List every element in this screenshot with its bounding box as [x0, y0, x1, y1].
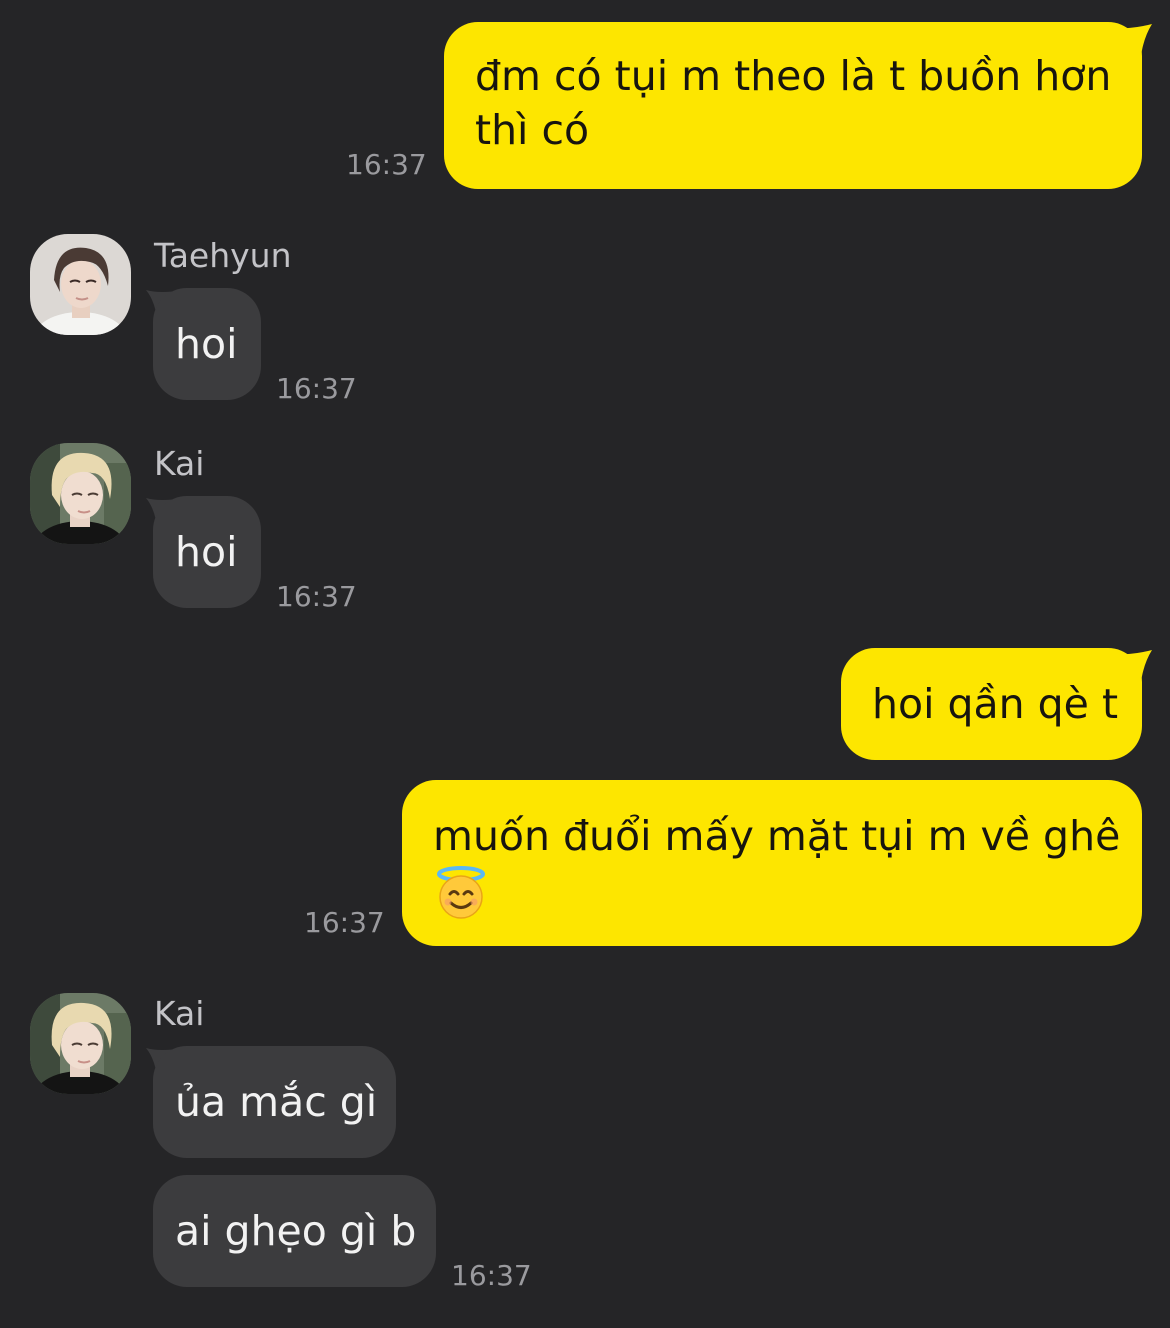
other-message-bubble[interactable]: ai ghẹo gì b — [153, 1175, 436, 1287]
message-text: ủa mắc gì — [175, 1078, 378, 1126]
message-text-line: muốn đuổi mấy mặt tụi m về ghê — [433, 812, 1121, 860]
message-text: hoi qần qè t — [872, 680, 1119, 728]
my-message-bubble[interactable]: đm có tụi m theo là t buồn hơn thì có — [444, 22, 1142, 189]
message-timestamp: 16:37 — [276, 580, 357, 613]
avatar-taehyun[interactable] — [30, 234, 131, 335]
smiling-face-with-halo-icon — [437, 866, 485, 919]
message-text: ai ghẹo gì b — [175, 1207, 417, 1255]
message-timestamp: 16:37 — [451, 1259, 532, 1292]
message-text: hoi — [175, 320, 238, 368]
message-timestamp: 16:37 — [346, 148, 427, 181]
other-message-bubble[interactable]: hoi — [153, 496, 261, 608]
message-text-line: thì có — [475, 106, 590, 154]
my-message-bubble[interactable]: muốn đuổi mấy mặt tụi m về ghê — [402, 780, 1142, 946]
sender-name: Kai — [154, 444, 205, 483]
message-timestamp: 16:37 — [304, 906, 385, 939]
message-text: hoi — [175, 528, 238, 576]
message-text-line: đm có tụi m theo là t buồn hơn — [475, 52, 1112, 100]
sender-name: Taehyun — [154, 236, 292, 275]
other-message-bubble[interactable]: hoi — [153, 288, 261, 400]
other-message-bubble[interactable]: ủa mắc gì — [153, 1046, 396, 1158]
message-timestamp: 16:37 — [276, 372, 357, 405]
sender-name: Kai — [154, 994, 205, 1033]
avatar-kai[interactable] — [30, 443, 131, 544]
my-message-bubble[interactable]: hoi qần qè t — [841, 648, 1142, 760]
avatar-kai[interactable] — [30, 993, 131, 1094]
